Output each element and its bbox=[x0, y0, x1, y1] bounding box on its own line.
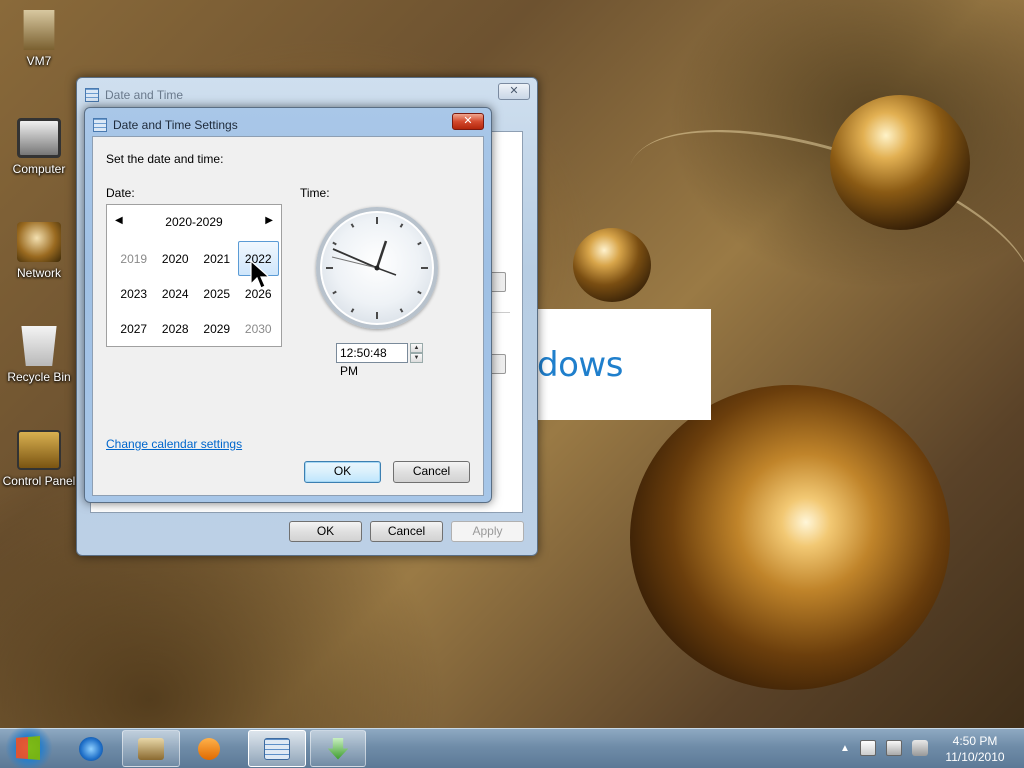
desktop-icon-control-panel[interactable]: Control Panel bbox=[1, 430, 77, 488]
wallpaper-orb bbox=[573, 228, 651, 302]
system-tray: ▲ bbox=[840, 733, 928, 763]
time-spinner[interactable]: ▲ ▼ bbox=[410, 343, 423, 363]
desktop-icon-network[interactable]: Network bbox=[1, 222, 77, 280]
recycle-bin-icon bbox=[21, 326, 57, 366]
apply-button[interactable]: Apply bbox=[451, 521, 524, 542]
clock-tick bbox=[332, 241, 337, 246]
mouse-cursor-icon bbox=[250, 260, 270, 289]
change-timezone-button-edge[interactable] bbox=[490, 354, 506, 374]
calendar-year-cell[interactable]: 2024 bbox=[155, 276, 197, 311]
desktop-icon-label: Control Panel bbox=[2, 474, 76, 488]
taskbar-date-time[interactable] bbox=[248, 730, 306, 767]
calendar-header[interactable]: 2020-2029 bbox=[107, 215, 281, 229]
desktop-icon-label: Computer bbox=[12, 162, 66, 176]
close-button[interactable]: ✕ bbox=[498, 83, 530, 100]
calendar-clock-icon bbox=[85, 88, 99, 102]
clock-tick bbox=[399, 223, 404, 228]
vm-icon bbox=[23, 10, 55, 50]
splash-text: dows bbox=[537, 345, 623, 385]
windows-logo-icon bbox=[16, 736, 40, 760]
taskbar-download-app[interactable] bbox=[310, 730, 366, 767]
calendar-year-cell[interactable]: 2021 bbox=[196, 241, 238, 276]
internet-explorer-icon bbox=[79, 736, 103, 761]
taskbar-vm-app[interactable] bbox=[122, 730, 180, 767]
taskbar-media-player[interactable] bbox=[184, 730, 234, 767]
close-button[interactable]: ✕ bbox=[452, 113, 484, 130]
change-date-button-edge[interactable] bbox=[490, 272, 506, 292]
date-label: Date: bbox=[106, 186, 135, 200]
desktop-icon-recycle-bin[interactable]: Recycle Bin bbox=[1, 326, 77, 384]
time-input[interactable]: 12:50:48 PM bbox=[336, 343, 408, 378]
calendar-year-cell[interactable]: 2029 bbox=[196, 311, 238, 346]
clock-center bbox=[374, 265, 380, 271]
clock-tick bbox=[417, 290, 422, 295]
media-player-icon bbox=[198, 737, 220, 760]
desktop-icon-vm7[interactable]: VM7 bbox=[1, 10, 77, 68]
wallpaper-orb bbox=[630, 385, 950, 690]
dialog-body: Set the date and time: Date: Time: 2020-… bbox=[92, 136, 484, 496]
download-arrow-icon bbox=[327, 737, 349, 760]
network-icon bbox=[17, 222, 61, 262]
network-tray-icon[interactable] bbox=[885, 740, 902, 756]
cancel-button[interactable]: Cancel bbox=[393, 461, 470, 483]
window-titlebar: Date and Time bbox=[85, 84, 183, 106]
taskbar-time: 4:50 PM bbox=[952, 734, 998, 748]
time-label: Time: bbox=[300, 186, 330, 200]
desktop-icon-computer[interactable]: Computer bbox=[1, 118, 77, 176]
clock-face-icon bbox=[326, 217, 428, 319]
windows-splash-window: dows bbox=[537, 309, 711, 420]
wallpaper-orb bbox=[830, 95, 970, 230]
calendar-clock-icon bbox=[264, 737, 290, 760]
window-title: Date and Time bbox=[105, 88, 184, 102]
date-time-settings-dialog: Date and Time Settings ✕ Set the date an… bbox=[84, 107, 492, 503]
calendar-year-grid: 2019 2020 2021 2022 2023 2024 2025 2026 2027 2028… bbox=[113, 241, 279, 346]
ok-button[interactable]: OK bbox=[304, 461, 381, 483]
action-center-icon[interactable] bbox=[859, 740, 876, 756]
next-arrow-icon[interactable]: ▶ bbox=[265, 215, 273, 226]
calendar-year-cell[interactable]: 2030 bbox=[238, 311, 280, 346]
calendar-clock-icon bbox=[93, 118, 107, 132]
previous-arrow-icon[interactable]: ◀ bbox=[115, 215, 123, 226]
calendar-year-cell[interactable]: 2025 bbox=[196, 276, 238, 311]
control-panel-icon bbox=[17, 430, 61, 470]
clock-tick bbox=[417, 241, 422, 246]
desktop-icon-label: Network bbox=[16, 266, 61, 280]
calendar-year-cell[interactable]: 2019 bbox=[113, 241, 155, 276]
taskbar-date: 11/10/2010 bbox=[945, 750, 1005, 764]
calendar-year-cell[interactable]: 2023 bbox=[113, 276, 155, 311]
calendar-year-cell[interactable]: 2020 bbox=[155, 241, 197, 276]
clock-tick bbox=[350, 223, 355, 228]
ok-button[interactable]: OK bbox=[289, 521, 362, 542]
cancel-button[interactable]: Cancel bbox=[370, 521, 443, 542]
hour-hand bbox=[375, 240, 388, 269]
clock-tick bbox=[399, 308, 404, 313]
show-hidden-icons-icon[interactable]: ▲ bbox=[840, 743, 850, 754]
spin-up-icon[interactable]: ▲ bbox=[410, 343, 423, 353]
calendar-year-cell[interactable]: 2027 bbox=[113, 311, 155, 346]
vm-app-icon bbox=[138, 737, 164, 760]
instruction-text: Set the date and time: bbox=[106, 152, 224, 166]
taskbar-clock[interactable]: 4:50 PM 11/10/2010 bbox=[935, 733, 1015, 765]
computer-icon bbox=[17, 118, 61, 158]
taskbar-internet-explorer[interactable] bbox=[66, 730, 116, 767]
spin-down-icon[interactable]: ▼ bbox=[410, 353, 423, 363]
desktop-icon-label: Recycle Bin bbox=[7, 370, 71, 384]
volume-muted-icon[interactable] bbox=[911, 740, 928, 756]
dialog-title: Date and Time Settings bbox=[113, 118, 238, 132]
hand-tail bbox=[376, 267, 397, 276]
change-calendar-settings-link[interactable]: Change calendar settings bbox=[106, 437, 242, 451]
divider bbox=[490, 312, 510, 313]
analog-clock bbox=[316, 207, 438, 329]
clock-tick bbox=[350, 308, 355, 313]
desktop-icon-label: VM7 bbox=[26, 54, 52, 68]
calendar-year-cell[interactable]: 2028 bbox=[155, 311, 197, 346]
dialog-titlebar: Date and Time Settings bbox=[93, 114, 238, 136]
clock-tick bbox=[332, 290, 337, 295]
